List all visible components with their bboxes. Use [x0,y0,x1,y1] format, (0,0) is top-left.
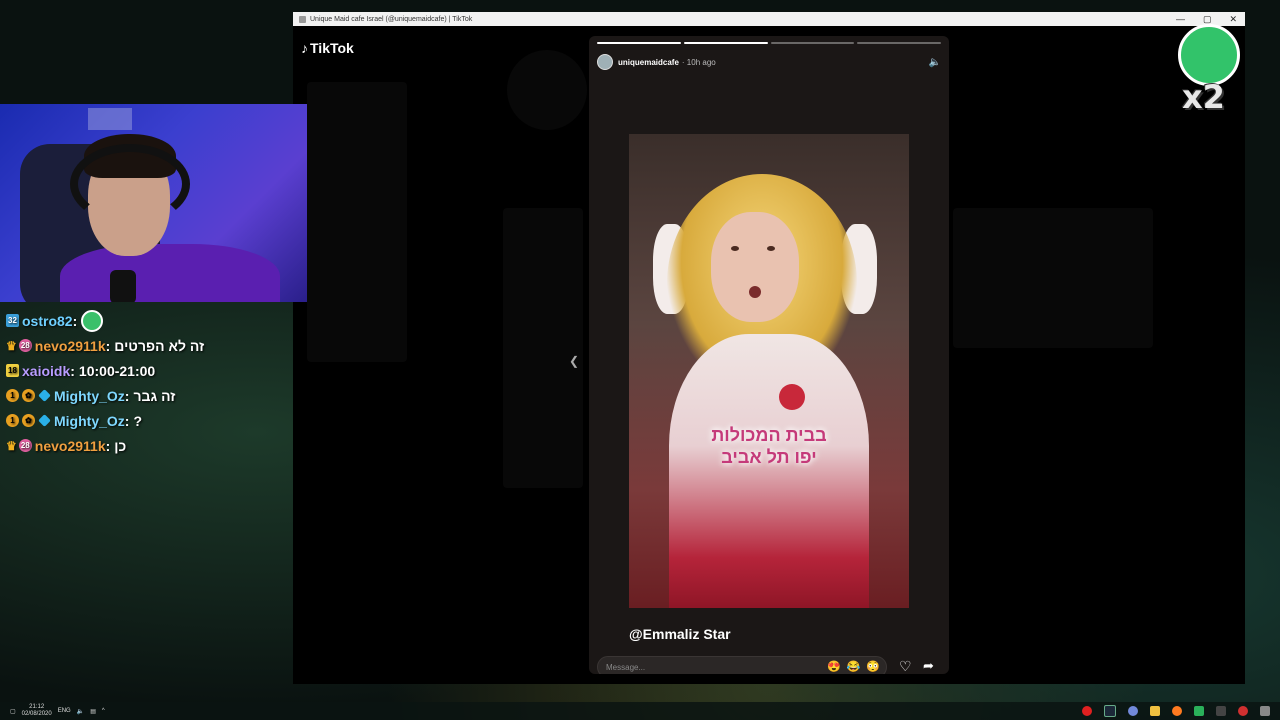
show-hidden-icons-chevron-icon[interactable]: ^ [102,708,105,714]
tiktok-favicon-icon [299,15,306,23]
like-heart-icon[interactable]: ♡ [899,658,912,674]
purple-shirt [60,244,280,302]
tiktok-note-icon: ♪ [301,40,308,56]
clock-date: 02/08/2020 [21,711,52,717]
webcam-overlay [0,104,307,302]
stream-chat: 32 ostro82: ♛ 28 nevo2911k: זה לא הפרטים… [6,308,296,458]
crown-badge-icon: ♛ [6,338,17,353]
mouth [749,286,761,298]
gift-badge-icon: ✿ [22,389,35,402]
headset [70,144,190,224]
window-title: Unique Maid cafe Israel (@uniquemaidcafe… [310,15,473,23]
chat-badge: 28 [18,339,32,352]
notification-icon[interactable]: ▢ [10,708,16,715]
background-profile-avatar [507,50,587,130]
chrome-app-icon[interactable] [1238,706,1248,716]
chat-text: כן [114,437,127,454]
chat-message: 18 xaioidk: 10:00-21:00 [6,358,296,383]
alert-emote: x2 [1168,18,1242,116]
steam-app-icon[interactable] [1104,705,1116,717]
firefox-app-icon[interactable] [1172,706,1182,716]
maid-dress [669,334,869,608]
story-time: · 10h ago [681,57,716,67]
chat-message: 32 ostro82: [6,308,296,333]
background-grid-left [503,208,583,488]
face [711,212,799,322]
taskbar: ▢ 21:12 02/08/2020 ENG 🔈 ▤ ^ [0,702,1280,720]
background-sidebar [307,82,407,362]
chat-username[interactable]: nevo2911k [35,438,106,454]
gift-badge-icon: ✿ [22,414,35,427]
story-progress [597,42,941,44]
emoji-reactions: 😍 😂 😳 [827,660,880,673]
story-viewer[interactable]: uniquemaidcafe · 10h ago 🔈 בבית המכולות … [589,36,949,674]
chat-message: ♛ 28 nevo2911k: זה לא הפרטים [6,337,205,354]
chat-text: זה גבר [133,387,176,404]
taskbar-apps [1082,705,1280,717]
browser-window: Unique Maid cafe Israel (@uniquemaidcafe… [293,12,1245,684]
app-icon[interactable] [1216,706,1226,716]
youtube-app-icon[interactable] [1082,706,1092,716]
prime-badge-icon [38,414,51,427]
clock-time: 21:12 [29,704,45,710]
emote-multiplier: x2 [1182,78,1225,116]
previous-story-chevron-icon[interactable]: ❮ [569,354,579,368]
left-eye [731,246,739,251]
chat-message: 1 ✿ Mighty_Oz: ? [6,408,296,433]
chat-text: ? [133,412,143,429]
tiktok-logo[interactable]: ♪ TikTok [301,40,354,56]
chat-text: 10:00-21:00 [78,362,156,379]
clock[interactable]: 21:12 02/08/2020 [22,704,52,718]
red-bow [779,384,805,410]
chat-username[interactable]: Mighty_Oz [54,388,125,404]
discord-app-icon[interactable] [1128,706,1138,716]
chat-badge: 28 [18,439,32,452]
chat-username[interactable]: ostro82 [22,313,73,329]
story-video[interactable]: בבית המכולות יפו תל אביב [629,134,909,608]
progress-segment [857,42,941,44]
story-username[interactable]: uniquemaidcafe [618,58,679,67]
language-indicator[interactable]: ENG [58,708,71,714]
story-header: uniquemaidcafe · 10h ago 🔈 [597,54,941,70]
share-icon[interactable]: ➦ [923,658,934,674]
background-grid-right [953,208,1153,348]
story-overlay-text: בבית המכולות יפו תל אביב [629,424,909,468]
laughing-emoji-button[interactable]: 😂 [847,660,861,673]
overlay-line-2: יפו תל אביב [721,447,817,467]
chat-message: 1 ✿ Mighty_Oz: זה גבר [6,383,296,408]
file-explorer-app-icon[interactable] [1150,706,1160,716]
chat-badge: 1 [6,389,19,402]
crying-face-emote-icon [1178,24,1240,86]
system-tray: ▢ 21:12 02/08/2020 ENG 🔈 ▤ ^ [0,704,105,718]
tiktok-logo-text: TikTok [310,40,354,56]
overlay-line-1: בבית המכולות [711,425,827,445]
progress-segment [683,42,768,44]
crown-badge-icon: ♛ [6,438,17,453]
right-eye [767,246,775,251]
title-bar: Unique Maid cafe Israel (@uniquemaidcafe… [293,12,1245,26]
chat-message: ♛ 28 nevo2911k: כן [6,437,127,454]
prime-badge-icon [38,389,51,402]
chat-emote-icon [81,309,104,332]
chat-badge: 18 [6,364,19,377]
chat-username[interactable]: nevo2911k [35,338,106,354]
progress-segment [597,42,681,44]
microphone [110,270,136,302]
chat-username[interactable]: xaioidk [22,363,70,379]
progress-segment [770,42,855,44]
app-icon[interactable] [1194,706,1204,716]
flushed-emoji-button[interactable]: 😳 [866,660,880,673]
chat-text: זה לא הפרטים [114,337,205,354]
volume-tray-icon[interactable]: 🔈 [77,708,84,715]
background-shelf [88,108,132,130]
chat-badge: 1 [6,414,19,427]
heart-eyes-emoji-button[interactable]: 😍 [827,660,841,673]
volume-icon[interactable]: 🔈 [929,57,941,68]
story-mention[interactable]: @Emmaliz Star [629,626,731,642]
avatar[interactable] [597,54,613,70]
chat-username[interactable]: Mighty_Oz [54,413,125,429]
show-desktop-icon[interactable] [1260,706,1270,716]
network-tray-icon[interactable]: ▤ [90,708,96,715]
chat-badge: 32 [6,314,19,327]
